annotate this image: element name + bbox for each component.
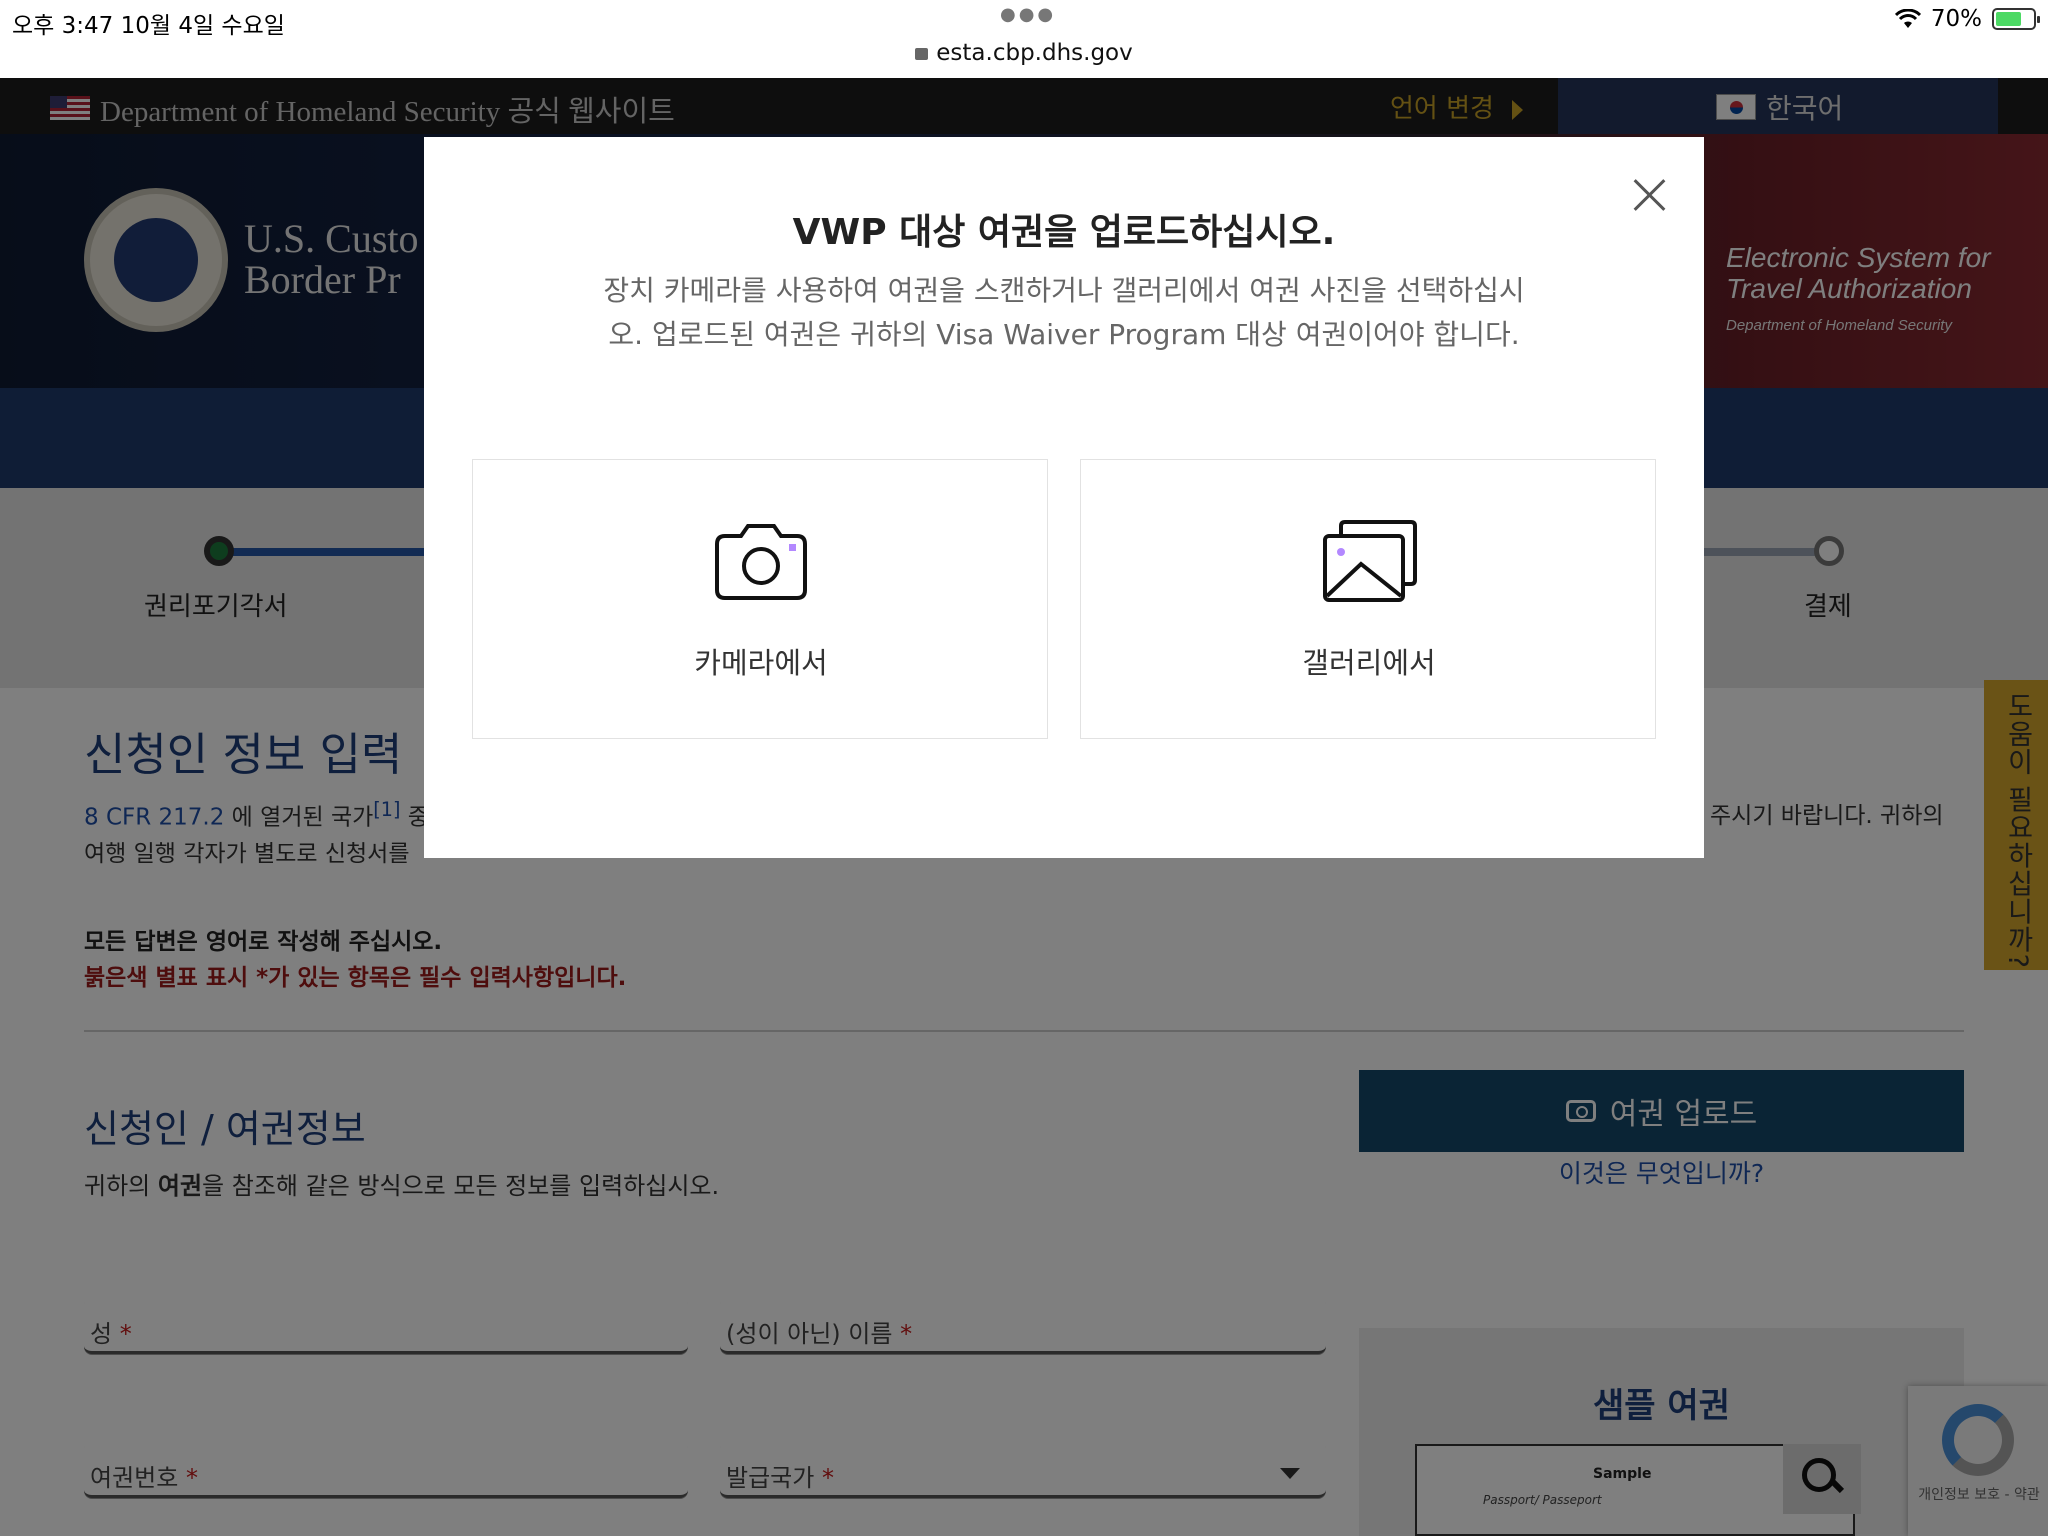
modal-title: VWP 대상 여권을 업로드하십시오.	[792, 212, 1336, 253]
address-bar[interactable]: esta.cbp.dhs.gov	[0, 40, 2048, 66]
more-dots-icon[interactable]: ●●●	[1000, 4, 1056, 25]
gallery-option-button[interactable]: 갤러리에서	[1080, 459, 1656, 739]
status-right: 70%	[1894, 6, 2040, 32]
gallery-icon	[1323, 520, 1417, 602]
gallery-option-label: 갤러리에서	[1302, 646, 1436, 680]
battery-icon	[1992, 8, 2040, 30]
lock-icon	[915, 48, 929, 60]
wifi-icon	[1894, 9, 1921, 28]
camera-option-label: 카메라에서	[694, 646, 828, 680]
battery-percent: 70%	[1930, 6, 1982, 32]
url-text: esta.cbp.dhs.gov	[936, 40, 1133, 66]
status-time: 오후 3:47 10월 4일 수요일	[12, 13, 285, 39]
camera-icon	[715, 524, 807, 600]
modal-description: 장치 카메라를 사용하여 여권을 스캔하거나 갤러리에서 여권 사진을 선택하십…	[603, 274, 1525, 351]
camera-option-button[interactable]: 카메라에서	[472, 459, 1048, 739]
status-bar: 오후 3:47 10월 4일 수요일 ●●● esta.cbp.dhs.gov …	[0, 0, 2048, 78]
passport-upload-modal: VWP 대상 여권을 업로드하십시오. 장치 카메라를 사용하여 여권을 스캔하…	[424, 137, 1704, 858]
